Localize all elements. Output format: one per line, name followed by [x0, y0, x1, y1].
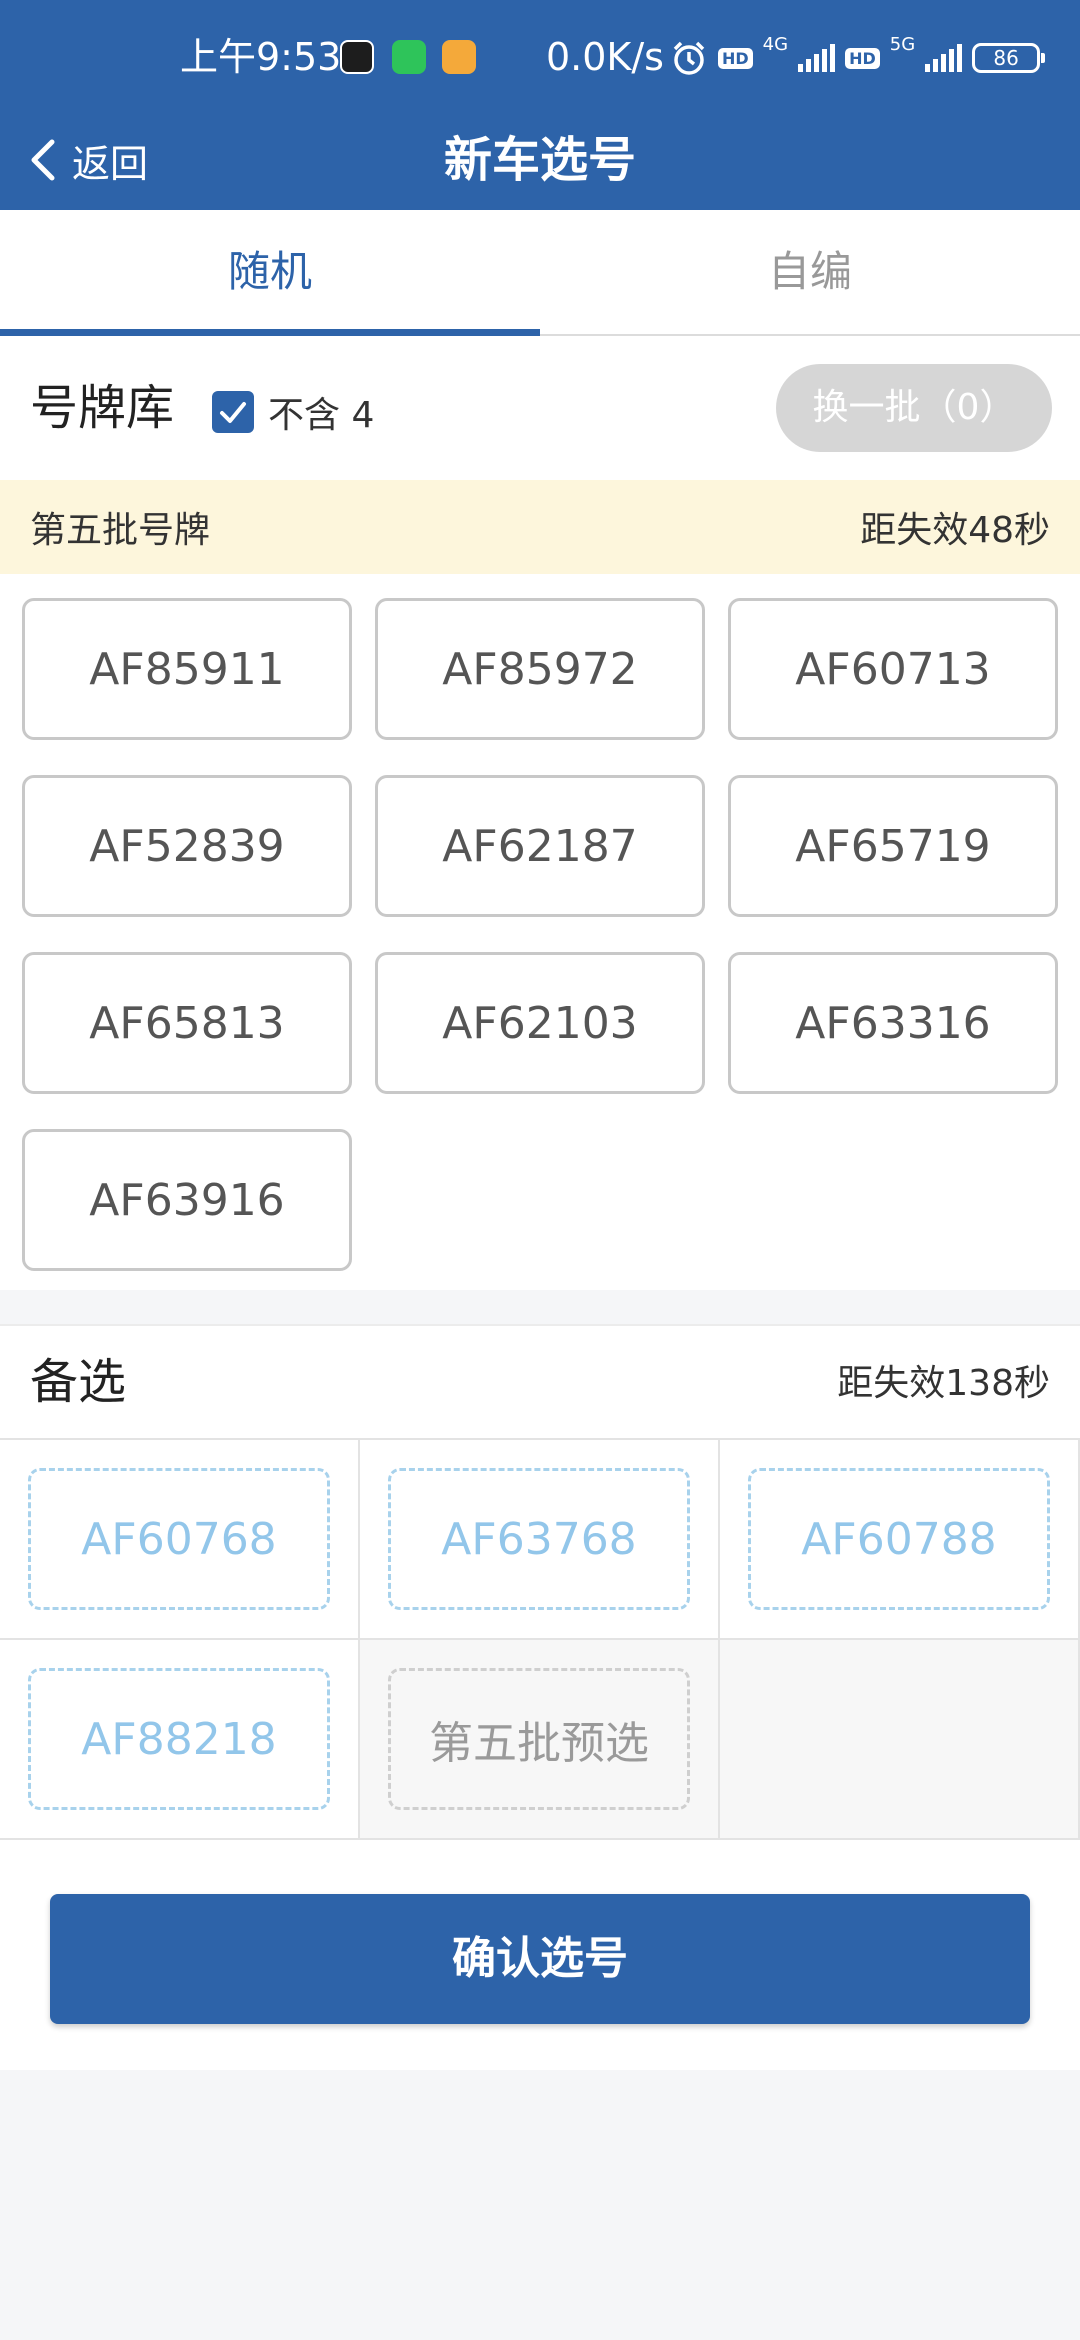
battery-level: 86	[993, 46, 1019, 70]
alternate-cell: AF63768	[360, 1440, 720, 1640]
tab-random[interactable]: 随机	[0, 210, 540, 336]
battery-icon: 86	[972, 43, 1046, 73]
hd-badge-1: HD	[718, 47, 753, 69]
preselect-slot[interactable]: 第五批预选	[388, 1668, 690, 1810]
exclude-four-checkbox[interactable]	[212, 391, 254, 433]
confirm-selection-button[interactable]: 确认选号	[50, 1894, 1030, 2024]
exclude-four-toggle[interactable]: 不含 4	[212, 386, 374, 438]
plate-library-title: 号牌库	[30, 380, 175, 436]
plate-option[interactable]: AF63916	[22, 1129, 352, 1271]
page-title: 新车选号	[443, 132, 636, 188]
alternates-header: 备选 距失效138秒	[0, 1326, 1080, 1438]
plate-option[interactable]: AF85911	[22, 598, 352, 740]
batch-expire-countdown: 距失效48秒	[860, 510, 1050, 551]
status-time: 上午9:53	[180, 35, 342, 79]
status-bar: 上午9:53 0.0K/s HD 4G HD 5G 86	[0, 0, 1080, 110]
plate-option[interactable]: AF62103	[375, 952, 705, 1094]
exclude-four-label: 不含 4	[268, 395, 375, 436]
alternate-plate[interactable]: AF88218	[28, 1668, 330, 1810]
alternate-plate[interactable]: AF60768	[28, 1468, 330, 1610]
plate-option[interactable]: AF65813	[22, 952, 352, 1094]
app-bar: 返回 新车选号	[0, 110, 1080, 210]
status-icons: HD 4G HD 5G 86	[670, 34, 1046, 80]
alternate-cell-empty	[720, 1640, 1080, 1840]
network-rate: 0.0K/s	[546, 35, 664, 79]
alternates-title: 备选	[30, 1354, 127, 1410]
alarm-icon	[673, 41, 705, 75]
alternate-cell: AF60768	[0, 1440, 360, 1640]
plate-library-section: 号牌库 不含 4 换一批（0） 第五批号牌 距失效48秒 AF85911 AF8…	[0, 336, 1080, 1290]
batch-info-bar: 第五批号牌 距失效48秒	[0, 480, 1080, 574]
plate-option[interactable]: AF63316	[728, 952, 1058, 1094]
tab-bar: 随机 自编	[0, 210, 1080, 336]
header: 上午9:53 0.0K/s HD 4G HD 5G 86 返回 新车选号	[0, 0, 1080, 210]
alternate-cell: AF60788	[720, 1440, 1080, 1640]
alternates-grid: AF60768 AF63768 AF60788 AF88218 第五批预选	[0, 1438, 1080, 1840]
plate-option[interactable]: AF52839	[22, 775, 352, 917]
plate-option[interactable]: AF62187	[375, 775, 705, 917]
alternates-section: 备选 距失效138秒 AF60768 AF63768 AF60788 AF882…	[0, 1324, 1080, 2070]
alternates-expire-countdown: 距失效138秒	[837, 1363, 1050, 1404]
camera-app-icon	[340, 40, 374, 74]
hd-badge-2: HD	[845, 47, 880, 69]
checkmark-icon	[220, 402, 246, 423]
alternate-plate[interactable]: AF63768	[388, 1468, 690, 1610]
sim1-network-label: 4G	[762, 34, 789, 55]
alternate-cell: AF88218	[0, 1640, 360, 1840]
batch-label: 第五批号牌	[30, 510, 211, 551]
plate-option[interactable]: AF65719	[728, 775, 1058, 917]
refresh-batch-button[interactable]: 换一批（0）	[776, 364, 1052, 452]
plate-grid: AF85911 AF85972 AF60713 AF52839 AF62187 …	[22, 598, 1058, 1271]
plate-option[interactable]: AF85972	[375, 598, 705, 740]
plate-option[interactable]: AF60713	[728, 598, 1058, 740]
alternate-cell: 第五批预选	[360, 1640, 720, 1840]
gallery-icon	[442, 40, 476, 74]
sim1-signal-icon	[798, 44, 836, 72]
sim2-network-label: 5G	[889, 34, 916, 55]
tab-custom[interactable]: 自编	[540, 210, 1080, 334]
sim2-signal-icon	[925, 44, 963, 72]
wechat-icon	[392, 40, 426, 74]
plate-library-header: 号牌库 不含 4 换一批（0）	[0, 336, 1080, 480]
alternate-plate[interactable]: AF60788	[748, 1468, 1050, 1610]
